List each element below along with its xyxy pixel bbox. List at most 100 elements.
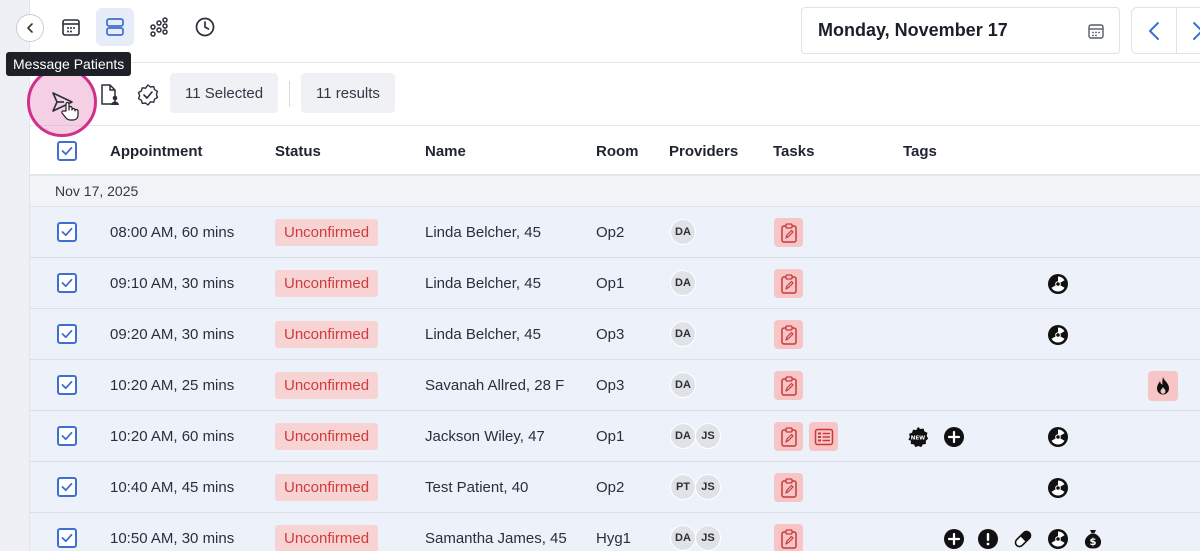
provider-avatar[interactable]: DA [670, 372, 696, 398]
column-name[interactable]: Name [425, 143, 466, 160]
provider-avatar[interactable]: DA [670, 270, 696, 296]
plus-icon[interactable] [943, 528, 965, 550]
radiation-icon [1048, 427, 1068, 447]
bulk-action-toolbar: 11 Selected 11 results [27, 63, 1200, 137]
task-button[interactable] [774, 473, 803, 502]
row-checkbox[interactable] [57, 426, 77, 446]
provider-avatar[interactable]: JS [695, 423, 721, 449]
previous-day-button[interactable] [1132, 8, 1176, 53]
radiation-icon[interactable] [1047, 426, 1069, 448]
alert-icon[interactable] [977, 528, 999, 550]
select-all-checkbox[interactable] [57, 141, 77, 161]
svg-text:$: $ [1090, 537, 1097, 548]
row-checkbox[interactable] [57, 528, 77, 548]
status-badge[interactable]: Unconfirmed [275, 270, 379, 297]
column-appointment[interactable]: Appointment [110, 143, 202, 160]
grouped-view-button[interactable] [140, 8, 178, 46]
next-day-button[interactable] [1175, 8, 1200, 53]
clipboard-pencil-icon [780, 222, 797, 243]
patient-name[interactable]: Savanah Allred, 28 F [425, 377, 564, 394]
provider-avatar[interactable]: PT [670, 474, 696, 500]
clock-icon [195, 17, 215, 37]
check-icon [61, 380, 73, 390]
column-status[interactable]: Status [275, 143, 321, 160]
top-bar: Monday, November 17 [16, 0, 1200, 63]
task-form-button[interactable] [809, 422, 838, 451]
task-button[interactable] [774, 218, 803, 247]
flame-icon[interactable] [1148, 371, 1178, 401]
provider-avatar[interactable]: DA [670, 321, 696, 347]
status-badge[interactable]: Unconfirmed [275, 474, 379, 501]
row-checkbox[interactable] [57, 222, 77, 242]
table-row[interactable]: 08:00 AM, 60 mins Unconfirmed Linda Belc… [30, 207, 1200, 258]
patient-name[interactable]: Linda Belcher, 45 [425, 275, 541, 292]
provider-avatar[interactable]: DA [670, 525, 696, 551]
task-button[interactable] [774, 422, 803, 451]
column-tags[interactable]: Tags [903, 143, 937, 160]
documents-button[interactable] [97, 83, 121, 107]
patient-name[interactable]: Linda Belcher, 45 [425, 326, 541, 343]
provider-avatar[interactable]: DA [670, 219, 696, 245]
table-row[interactable]: 09:10 AM, 30 mins Unconfirmed Linda Belc… [30, 258, 1200, 309]
radiation-icon[interactable] [1047, 528, 1069, 550]
column-room[interactable]: Room [596, 143, 639, 160]
new-badge-icon[interactable]: NEW [907, 426, 929, 448]
medication-icon [1014, 530, 1032, 548]
task-button[interactable] [774, 269, 803, 298]
patient-name[interactable]: Linda Belcher, 45 [425, 224, 541, 241]
list-view-button[interactable] [96, 8, 134, 46]
appointment-time: 09:10 AM, 30 mins [110, 275, 235, 292]
money-bag-icon[interactable]: $ [1082, 528, 1104, 550]
patient-name[interactable]: Samantha James, 45 [425, 530, 567, 547]
status-badge[interactable]: Unconfirmed [275, 321, 379, 348]
check-badge-icon [137, 84, 159, 106]
task-button[interactable] [774, 371, 803, 400]
table-row[interactable]: 10:20 AM, 25 mins Unconfirmed Savanah Al… [30, 360, 1200, 411]
status-badge[interactable]: Unconfirmed [275, 219, 379, 246]
provider-avatar[interactable]: JS [695, 474, 721, 500]
row-checkbox[interactable] [57, 324, 77, 344]
plus-icon[interactable] [943, 426, 965, 448]
new-badge-icon: NEW [908, 426, 929, 448]
patient-name[interactable]: Jackson Wiley, 47 [425, 428, 545, 445]
radiation-icon[interactable] [1047, 324, 1069, 346]
plus-icon [944, 427, 964, 447]
task-button[interactable] [774, 524, 803, 551]
check-icon [61, 329, 73, 339]
status-badge[interactable]: Unconfirmed [275, 423, 379, 450]
history-view-button[interactable] [186, 8, 224, 46]
calendar-view-button[interactable] [52, 8, 90, 46]
table-row[interactable]: 10:50 AM, 30 mins Unconfirmed Samantha J… [30, 513, 1200, 551]
table-row[interactable]: 10:20 AM, 60 mins Unconfirmed Jackson Wi… [30, 411, 1200, 462]
patient-name[interactable]: Test Patient, 40 [425, 479, 528, 496]
calendar-icon [1088, 24, 1104, 39]
provider-avatar[interactable]: JS [695, 525, 721, 551]
medication-icon[interactable] [1012, 528, 1034, 550]
appointment-time: 08:00 AM, 60 mins [110, 224, 235, 241]
table-row[interactable]: 10:40 AM, 45 mins Unconfirmed Test Patie… [30, 462, 1200, 513]
column-providers[interactable]: Providers [669, 143, 738, 160]
radiation-icon[interactable] [1047, 273, 1069, 295]
collapse-sidebar-button[interactable] [16, 14, 44, 42]
date-picker[interactable]: Monday, November 17 [801, 7, 1120, 54]
row-checkbox[interactable] [57, 375, 77, 395]
radiation-icon [1048, 325, 1068, 345]
room: Op3 [596, 377, 625, 394]
table-header: Appointment Status Name Room Providers T… [30, 126, 1200, 176]
confirm-button[interactable] [136, 83, 160, 107]
status-badge[interactable]: Unconfirmed [275, 525, 379, 551]
toolbar-divider [289, 81, 290, 107]
list-layout-icon [106, 18, 124, 36]
radiation-icon[interactable] [1047, 477, 1069, 499]
date-group-header: Nov 17, 2025 [30, 176, 1200, 207]
appointment-time: 10:20 AM, 25 mins [110, 377, 235, 394]
table-row[interactable]: 09:20 AM, 30 mins Unconfirmed Linda Belc… [30, 309, 1200, 360]
row-checkbox[interactable] [57, 273, 77, 293]
status-badge[interactable]: Unconfirmed [275, 372, 379, 399]
column-tasks[interactable]: Tasks [773, 143, 814, 160]
provider-avatar[interactable]: DA [670, 423, 696, 449]
radiation-icon [1048, 478, 1068, 498]
row-checkbox[interactable] [57, 477, 77, 497]
message-patients-button[interactable] [27, 67, 97, 137]
task-button[interactable] [774, 320, 803, 349]
